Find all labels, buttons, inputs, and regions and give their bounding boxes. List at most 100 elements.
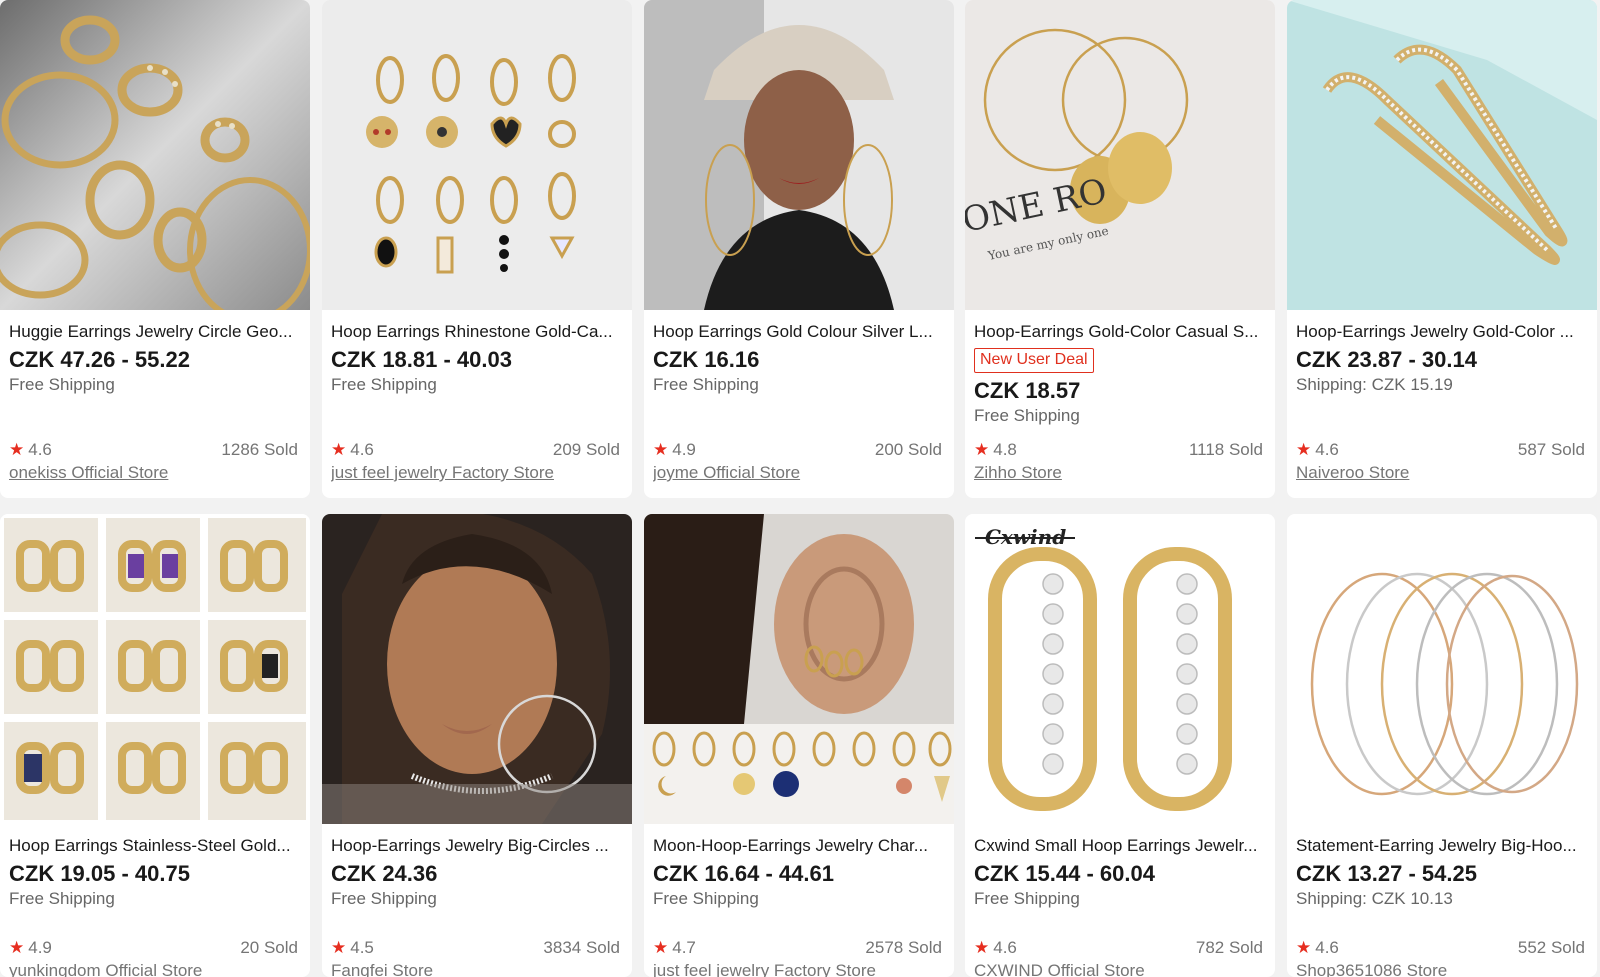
- rating-value: 4.6: [1315, 938, 1339, 957]
- shipping-info: Free Shipping: [653, 889, 759, 908]
- rating: ★ 4.6: [331, 440, 374, 460]
- product-card[interactable]: Hoop Earrings Stainless-Steel Gold... CZ…: [0, 514, 310, 977]
- sold-count: 20 Sold: [240, 938, 298, 957]
- product-title[interactable]: Hoop-Earrings Jewelry Gold-Color ...: [1296, 322, 1588, 342]
- rating-value: 4.6: [28, 440, 52, 459]
- product-image[interactable]: [322, 514, 632, 824]
- product-card[interactable]: Huggie Earrings Jewelry Circle Geo... CZ…: [0, 0, 310, 498]
- store-link[interactable]: CXWIND Official Store: [974, 961, 1263, 977]
- star-icon: ★: [974, 938, 990, 957]
- sold-count: 552 Sold: [1517, 938, 1585, 957]
- shipping-info: Free Shipping: [9, 375, 115, 394]
- star-icon: ★: [1296, 440, 1312, 459]
- product-title[interactable]: Cxwind Small Hoop Earrings Jewelr...: [974, 836, 1266, 856]
- product-meta: ★ 4.6 209 Sold: [331, 440, 620, 460]
- product-image[interactable]: [1287, 514, 1597, 824]
- rating-value: 4.8: [993, 440, 1017, 459]
- product-price: CZK 23.87 - 30.14: [1296, 347, 1477, 372]
- store-link[interactable]: Naiveroo Store: [1296, 463, 1585, 483]
- product-price: CZK 16.64 - 44.61: [653, 861, 834, 886]
- sold-count: 1286 Sold: [221, 440, 298, 459]
- product-price: CZK 24.36: [331, 861, 438, 886]
- product-price: CZK 47.26 - 55.22: [9, 347, 190, 372]
- product-price: CZK 15.44 - 60.04: [974, 861, 1155, 886]
- product-meta: ★ 4.6 587 Sold: [1296, 440, 1585, 460]
- product-card[interactable]: Moon-Hoop-Earrings Jewelry Char... CZK 1…: [644, 514, 954, 977]
- new-user-deal-badge: New User Deal: [974, 348, 1094, 373]
- sold-count: 2578 Sold: [865, 938, 942, 957]
- sold-count: 782 Sold: [1195, 938, 1263, 957]
- star-icon: ★: [331, 440, 347, 459]
- product-price: CZK 18.57: [974, 378, 1081, 403]
- shipping-info: Shipping: CZK 15.19: [1296, 375, 1453, 394]
- store-link[interactable]: onekiss Official Store: [9, 463, 298, 483]
- product-image[interactable]: [1287, 0, 1597, 310]
- rating-value: 4.6: [993, 938, 1017, 957]
- rating: ★ 4.6: [974, 938, 1017, 958]
- sold-count: 209 Sold: [552, 440, 620, 459]
- rating: ★ 4.7: [653, 938, 696, 958]
- shipping-info: Free Shipping: [331, 889, 437, 908]
- product-image[interactable]: [644, 514, 954, 824]
- star-icon: ★: [9, 938, 25, 957]
- shipping-info: Free Shipping: [9, 889, 115, 908]
- product-title[interactable]: Hoop-Earrings Gold-Color Casual S...: [974, 322, 1266, 342]
- product-title[interactable]: Huggie Earrings Jewelry Circle Geo...: [9, 322, 301, 342]
- star-icon: ★: [974, 440, 990, 459]
- sold-count: 1118 Sold: [1188, 440, 1263, 459]
- sold-count: 200 Sold: [874, 440, 942, 459]
- product-image[interactable]: ONE RO You are my only one: [965, 0, 1275, 310]
- product-card[interactable]: ONE RO You are my only one Hoop-Earrings…: [965, 0, 1275, 498]
- product-title[interactable]: Hoop Earrings Rhinestone Gold-Ca...: [331, 322, 623, 342]
- product-price: CZK 19.05 - 40.75: [9, 861, 190, 886]
- rating: ★ 4.5: [331, 938, 374, 958]
- rating: ★ 4.8: [974, 440, 1017, 460]
- rating-value: 4.6: [1315, 440, 1339, 459]
- rating-value: 4.6: [350, 440, 374, 459]
- star-icon: ★: [331, 938, 347, 957]
- product-meta: ★ 4.8 1118 Sold: [974, 440, 1263, 460]
- product-title[interactable]: Moon-Hoop-Earrings Jewelry Char...: [653, 836, 945, 856]
- star-icon: ★: [653, 440, 669, 459]
- product-title[interactable]: Hoop Earrings Stainless-Steel Gold...: [9, 836, 301, 856]
- product-meta: ★ 4.6 1286 Sold: [9, 440, 298, 460]
- star-icon: ★: [653, 938, 669, 957]
- store-link[interactable]: just feel jewelry Factory Store: [653, 961, 942, 977]
- store-link[interactable]: Shop3651086 Store: [1296, 961, 1585, 977]
- star-icon: ★: [1296, 938, 1312, 957]
- product-meta: ★ 4.5 3834 Sold: [331, 938, 620, 958]
- product-title[interactable]: Hoop Earrings Gold Colour Silver L...: [653, 322, 945, 342]
- product-image[interactable]: Cxwind: [965, 514, 1275, 824]
- product-card[interactable]: Hoop-Earrings Jewelry Gold-Color ... CZK…: [1287, 0, 1597, 498]
- product-card[interactable]: Hoop-Earrings Jewelry Big-Circles ... CZ…: [322, 514, 632, 977]
- product-image[interactable]: [0, 0, 310, 310]
- sold-count: 3834 Sold: [543, 938, 620, 957]
- store-link[interactable]: just feel jewelry Factory Store: [331, 463, 620, 483]
- rating: ★ 4.6: [9, 440, 52, 460]
- store-link[interactable]: joyme Official Store: [653, 463, 942, 483]
- product-meta: ★ 4.6 782 Sold: [974, 938, 1263, 958]
- store-link[interactable]: Fangfei Store: [331, 961, 620, 977]
- product-grid: Huggie Earrings Jewelry Circle Geo... CZ…: [0, 0, 1600, 977]
- product-card[interactable]: Statement-Earring Jewelry Big-Hoo... CZK…: [1287, 514, 1597, 977]
- product-price: CZK 13.27 - 54.25: [1296, 861, 1477, 886]
- product-image[interactable]: [644, 0, 954, 310]
- rating: ★ 4.9: [653, 440, 696, 460]
- store-link[interactable]: Zihho Store: [974, 463, 1263, 483]
- rating-value: 4.7: [672, 938, 696, 957]
- shipping-info: Free Shipping: [974, 406, 1080, 425]
- star-icon: ★: [9, 440, 25, 459]
- store-link[interactable]: yunkingdom Official Store: [9, 961, 298, 977]
- product-title[interactable]: Hoop-Earrings Jewelry Big-Circles ...: [331, 836, 623, 856]
- product-card[interactable]: Cxwind Cxwind Small Hoop Earrings Jewelr…: [965, 514, 1275, 977]
- product-title[interactable]: Statement-Earring Jewelry Big-Hoo...: [1296, 836, 1588, 856]
- product-price: CZK 16.16: [653, 347, 760, 372]
- product-image[interactable]: [0, 514, 310, 824]
- product-card[interactable]: Hoop Earrings Gold Colour Silver L... CZ…: [644, 0, 954, 498]
- product-card[interactable]: Hoop Earrings Rhinestone Gold-Ca... CZK …: [322, 0, 632, 498]
- shipping-info: Free Shipping: [974, 889, 1080, 908]
- product-image[interactable]: [322, 0, 632, 310]
- rating-value: 4.9: [28, 938, 52, 957]
- product-meta: ★ 4.6 552 Sold: [1296, 938, 1585, 958]
- rating: ★ 4.6: [1296, 938, 1339, 958]
